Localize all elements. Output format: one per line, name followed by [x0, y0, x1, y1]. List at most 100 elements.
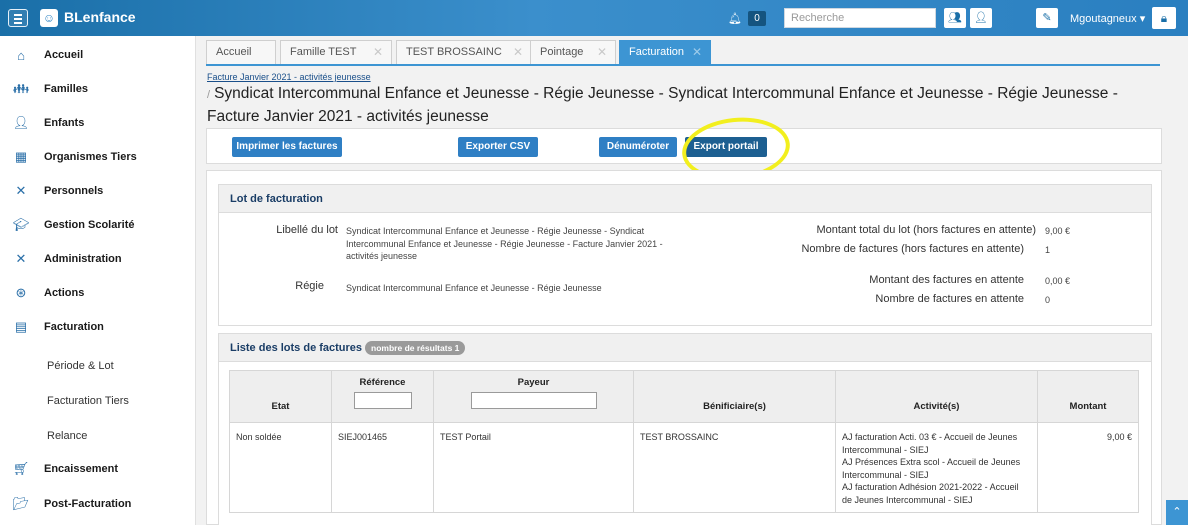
column-header-label: Bénificiaire(s): [703, 401, 766, 412]
column-header-label: Activité(s): [913, 401, 960, 412]
sidebar-subitem-relance[interactable]: Relance: [47, 430, 87, 442]
sidebar-item-administration[interactable]: ✕ Administration: [0, 242, 196, 276]
sidebar-item-gestion-scolarite[interactable]: 🎓︎ Gestion Scolarité: [0, 208, 196, 242]
payeur-filter-input[interactable]: [470, 392, 597, 409]
reference-filter-input[interactable]: [353, 392, 412, 409]
close-icon[interactable]: ✕: [692, 41, 702, 63]
breadcrumb-link[interactable]: Facture Janvier 2021 - activités jeuness…: [207, 72, 371, 82]
column-header-label: Référence: [359, 377, 406, 388]
sidebar-item-label: Familles: [44, 83, 89, 95]
brand-logo-icon: ☺: [40, 9, 58, 27]
tab-underline: [206, 64, 1160, 66]
user-icon[interactable]: 👤︎: [970, 8, 992, 28]
column-header-reference: Référence: [331, 370, 434, 423]
sidebar-item-personnels[interactable]: ✕ Personnels: [0, 174, 196, 208]
lock-icon[interactable]: 🔒︎: [1152, 7, 1176, 29]
total-amount-value: 9,00 €: [1045, 226, 1071, 236]
column-header-beneficiaires: Bénificiaire(s): [633, 370, 836, 423]
brand-name: BLenfance: [64, 9, 136, 25]
search-input[interactable]: [784, 8, 936, 28]
close-icon[interactable]: ✕: [373, 41, 383, 63]
sidebar-item-label: Post-Facturation: [44, 498, 132, 510]
chevron-down-icon: ▾: [1139, 13, 1146, 25]
tab-famille-test[interactable]: Famille TEST ✕: [280, 40, 392, 64]
sidebar-item-familles[interactable]: 👪︎ Familles: [0, 72, 196, 106]
cell-etat: Non soldée: [229, 422, 332, 513]
sidebar-item-label: Enfants: [44, 117, 85, 129]
invoice-list-heading: Liste des lots de factures nombre de résu…: [219, 334, 1151, 362]
column-header-payeur: Payeur: [433, 370, 634, 423]
column-header-etat: Etat: [229, 370, 332, 423]
sidebar-item-actions[interactable]: ⊛ Actions: [0, 276, 196, 310]
tab-label: Famille TEST: [290, 46, 357, 58]
sidebar-item-label: Actions: [44, 287, 85, 299]
page-title: / Syndicat Intercommunal Enfance et Jeune…: [207, 83, 1157, 127]
invoice-count-label: Nombre de factures (hors factures en att…: [801, 243, 1024, 255]
top-bar: ☺ BLenfance 🔔︎ 0 👥︎ 👤︎ ✎ Mgoutagneux ▾ 🔒…: [0, 0, 1188, 36]
scroll-to-top-button[interactable]: ⌃: [1166, 500, 1188, 525]
cell-payeur: TEST Portail: [433, 422, 634, 513]
sidebar-item-facturation[interactable]: ▤ Facturation: [0, 310, 196, 344]
sidebar-subitem-facturation-tiers[interactable]: Facturation Tiers: [47, 395, 129, 407]
tab-label: Facturation: [629, 46, 685, 58]
column-header-label: Montant: [1069, 401, 1107, 412]
sidebar-item-post-facturation[interactable]: 📂︎ Post-Facturation: [0, 487, 196, 521]
cell-montant: 9,00 €: [1037, 422, 1139, 513]
lot-panel-heading: Lot de facturation: [219, 185, 1151, 213]
pending-count-label: Nombre de factures en attente: [875, 293, 1024, 305]
regie-label: Régie: [295, 280, 324, 292]
family-icon: 👪︎: [12, 81, 30, 96]
cell-reference: SIEJ001465: [331, 422, 434, 513]
results-count-badge: nombre de résultats 1: [365, 341, 466, 356]
sidebar-item-label: Administration: [44, 253, 122, 265]
sidebar-item-enfants[interactable]: 👤︎ Enfants: [0, 106, 196, 140]
sidebar-item-accueil[interactable]: ⌂ Accueil: [0, 38, 196, 72]
column-header-label: Payeur: [517, 377, 550, 388]
page-title-text: Syndicat Intercommunal Enfance et Jeunes…: [207, 85, 1118, 125]
close-icon[interactable]: ✕: [597, 41, 607, 63]
tab-accueil[interactable]: Accueil: [206, 40, 276, 64]
tab-test-brossainc[interactable]: TEST BROSSAINC ✕: [396, 40, 532, 64]
chevron-up-icon: ⌃: [1172, 506, 1182, 518]
tab-facturation[interactable]: Facturation ✕: [619, 40, 711, 64]
denumber-button[interactable]: Dénuméroter: [599, 137, 677, 157]
breadcrumb-separator: /: [207, 89, 211, 101]
column-header-label: Etat: [271, 401, 290, 412]
pencil-icon[interactable]: ✎: [1036, 8, 1058, 28]
sidebar-item-label: Facturation: [44, 321, 104, 333]
invoice-table: Etat Référence Payeur Bénificiaire(s) Ac…: [229, 370, 1139, 513]
cell-beneficiaires: TEST BROSSAINC: [633, 422, 836, 513]
sidebar-item-encaissement[interactable]: 🛒︎ Encaissement: [0, 452, 196, 486]
print-invoices-button[interactable]: Imprimer les factures: [232, 137, 342, 157]
user-menu[interactable]: Mgoutagneux ▾: [1070, 12, 1145, 25]
sidebar: ⌂ Accueil 👪︎ Familles 👤︎ Enfants ▦ Organ…: [0, 36, 196, 525]
export-csv-button[interactable]: Exporter CSV: [458, 137, 538, 157]
tab-label: Accueil: [216, 46, 252, 58]
invoice-count-value: 1: [1045, 245, 1051, 255]
close-icon[interactable]: ✕: [513, 41, 523, 63]
regie-value: Syndicat Intercommunal Enfance et Jeunes…: [346, 283, 602, 293]
invoice-icon: ▤: [14, 319, 28, 334]
bell-icon[interactable]: 🔔︎: [728, 12, 742, 25]
sidebar-item-label: Organismes Tiers: [44, 151, 137, 163]
cell-activites: AJ facturation Acti. 03 € - Accueil de J…: [835, 422, 1038, 513]
settings-circle-icon: ⊛: [15, 285, 27, 300]
user-name: Mgoutagneux: [1070, 13, 1137, 25]
tab-pointage[interactable]: Pointage ✕: [530, 40, 616, 64]
sidebar-item-organismes-tiers[interactable]: ▦ Organismes Tiers: [0, 140, 196, 174]
notification-count[interactable]: 0: [748, 11, 766, 26]
menu-toggle-button[interactable]: [8, 9, 28, 27]
cart-icon: 🛒︎: [12, 461, 30, 476]
sidebar-item-label: Encaissement: [44, 463, 118, 475]
table-row[interactable]: Non soldée SIEJ001465 TEST Portail TEST …: [229, 422, 1139, 513]
tab-label: Pointage: [540, 46, 584, 58]
home-icon: ⌂: [17, 47, 25, 63]
sidebar-item-label: Accueil: [44, 49, 84, 61]
users-icon[interactable]: 👥︎: [944, 8, 966, 28]
sidebar-subitem-periode-lot[interactable]: Période & Lot: [47, 360, 114, 372]
invoice-list-title: Liste des lots de factures: [230, 342, 363, 354]
total-amount-label: Montant total du lot (hors factures en a…: [816, 224, 1036, 236]
graduation-cap-icon: 🎓︎: [12, 217, 30, 232]
libelle-value: Syndicat Intercommunal Enfance et Jeunes…: [346, 226, 663, 261]
libelle-label: Libellé du lot: [276, 224, 338, 236]
